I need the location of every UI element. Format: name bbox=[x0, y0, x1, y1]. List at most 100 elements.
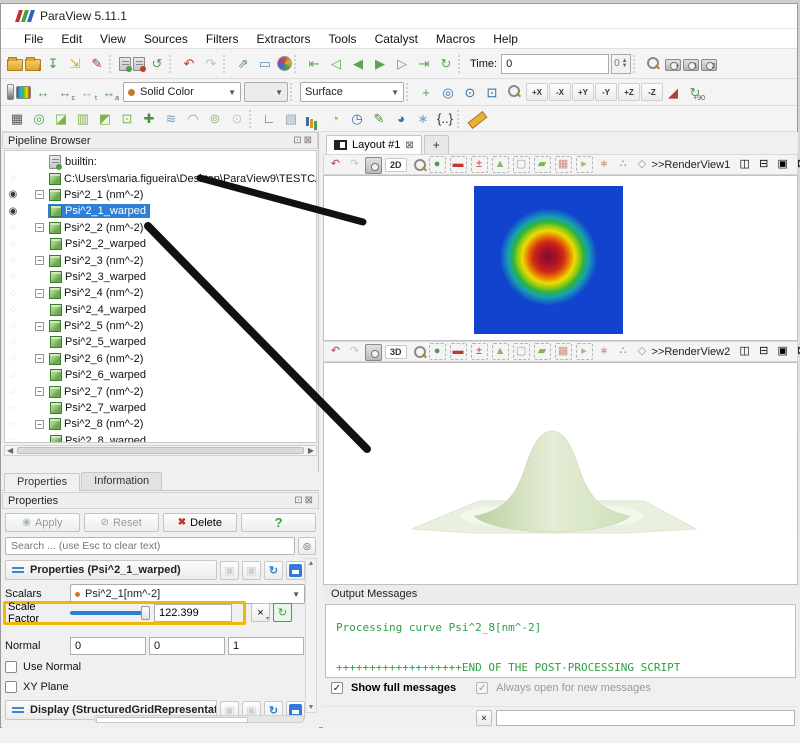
menu-help[interactable]: Help bbox=[484, 30, 527, 48]
stream-tracer-icon[interactable]: ≋ bbox=[161, 109, 181, 129]
always-open-checkbox[interactable] bbox=[476, 682, 488, 694]
pipeline-item[interactable]: ◌Psi^2_4_warped bbox=[5, 302, 316, 318]
load-state-icon[interactable]: ↧ bbox=[43, 54, 63, 74]
pipeline-item[interactable]: ◌Psi^2_7_warped bbox=[5, 400, 316, 416]
camera-mode-toggle[interactable]: 2D bbox=[385, 158, 407, 172]
visibility-eye-icon[interactable]: ◌ bbox=[5, 353, 21, 364]
interactive-select-points-icon[interactable]: ▸ bbox=[576, 343, 593, 360]
export-scene-icon[interactable]: ⇗ bbox=[233, 54, 253, 74]
plot-over-line-icon[interactable]: ∟ bbox=[259, 109, 279, 129]
dock-float-icon[interactable]: ⊡ bbox=[294, 495, 302, 506]
save-defaults-icon[interactable] bbox=[286, 561, 305, 580]
select-cells-on-icon[interactable]: ● bbox=[429, 156, 446, 173]
python-calculator-icon[interactable]: ✎ bbox=[369, 109, 389, 129]
expander-icon[interactable]: − bbox=[35, 420, 44, 429]
set-view-plus-x-icon[interactable]: +X bbox=[526, 83, 548, 101]
select-cells-polygon-icon[interactable]: ▲ bbox=[492, 343, 509, 360]
camera-undo-icon[interactable]: ↶ bbox=[327, 343, 344, 360]
pipeline-item[interactable]: ◌−Psi^2_7 (nm^-2) bbox=[5, 383, 316, 399]
camera-mode-toggle[interactable]: 3D bbox=[385, 345, 407, 359]
apply-button[interactable]: ◉Apply bbox=[5, 513, 80, 532]
dock-close-icon[interactable]: ⊠ bbox=[305, 495, 313, 506]
zoom-to-box-icon[interactable] bbox=[410, 343, 427, 360]
reset-session-clock-icon[interactable]: ↺ bbox=[147, 54, 167, 74]
pipeline-item[interactable]: ◌−Psi^2_4 (nm^-2) bbox=[5, 285, 316, 301]
select-cells-on-icon[interactable]: ● bbox=[429, 343, 446, 360]
normal-x-field[interactable] bbox=[70, 637, 146, 655]
play-backward-icon[interactable]: ◀ bbox=[348, 54, 368, 74]
color-palette-icon[interactable] bbox=[277, 56, 292, 71]
programmable-filter-icon[interactable]: {..} bbox=[435, 109, 455, 129]
play-icon[interactable]: ▶ bbox=[370, 54, 390, 74]
maximize-view-button[interactable]: ▣ bbox=[774, 156, 791, 173]
pipeline-item[interactable]: ◌Psi^2_6_warped bbox=[5, 367, 316, 383]
renderview1-label[interactable]: >>RenderView1 bbox=[652, 159, 731, 171]
pipeline-item[interactable]: builtin: bbox=[5, 154, 316, 170]
interactive-select-cells-icon[interactable]: ▦ bbox=[555, 156, 572, 173]
pipeline-item[interactable]: ◉−Psi^2_1 (nm^-2) bbox=[5, 187, 316, 203]
hover-cells-icon[interactable]: ∗ bbox=[596, 343, 613, 360]
select-block-icon[interactable]: ▰ bbox=[534, 156, 551, 173]
select-points-polygon-icon[interactable]: ▢ bbox=[513, 343, 530, 360]
close-view-button[interactable]: ⊠ bbox=[793, 343, 800, 360]
redo-icon[interactable]: ↷ bbox=[201, 54, 221, 74]
temporal-interpolator-icon[interactable]: ◷ bbox=[347, 109, 367, 129]
pipeline-item[interactable]: ◌Psi^2_5_warped bbox=[5, 334, 316, 350]
camera-undo-icon[interactable]: ↶ bbox=[327, 156, 344, 173]
visibility-eye-icon[interactable]: ◌ bbox=[5, 304, 21, 315]
search-input[interactable] bbox=[5, 537, 295, 555]
properties-vscrollbar[interactable]: ▲▼ bbox=[305, 558, 317, 713]
annotate-time-icon[interactable]: ◕ bbox=[391, 109, 411, 129]
delete-button[interactable]: ✖Delete bbox=[163, 513, 238, 532]
pipeline-hscrollbar[interactable]: ◀▶ bbox=[4, 445, 317, 456]
server-connect-icon[interactable] bbox=[119, 57, 131, 71]
grow-selection-icon[interactable]: ◇ bbox=[634, 156, 651, 173]
glyph-icon[interactable]: ✚ bbox=[139, 109, 159, 129]
zoom-to-box-icon[interactable] bbox=[504, 82, 524, 102]
expander-icon[interactable]: − bbox=[35, 256, 44, 265]
plot-data-over-time-icon[interactable]: ◔ bbox=[325, 109, 345, 129]
rescale-data-range-icon[interactable]: ↔ bbox=[33, 82, 53, 102]
set-view-minus-z-icon[interactable]: -Z bbox=[641, 83, 663, 101]
dock-close-icon[interactable]: ⊠ bbox=[304, 135, 312, 146]
reset-session-icon[interactable]: ⇲ bbox=[65, 54, 85, 74]
server-disconnect-icon[interactable] bbox=[133, 57, 145, 71]
scale-factor-slider[interactable] bbox=[70, 611, 150, 615]
visibility-eye-icon[interactable]: ◌ bbox=[5, 173, 21, 184]
calculator-icon[interactable]: ▦ bbox=[7, 109, 27, 129]
select-block-icon[interactable]: ▰ bbox=[534, 343, 551, 360]
help-button[interactable]: ? bbox=[241, 513, 316, 532]
paste-properties-icon[interactable]: ▣ bbox=[242, 561, 261, 580]
scale-factor-value[interactable]: 122.399 bbox=[154, 604, 232, 622]
capture-screenshot-icon[interactable] bbox=[365, 344, 382, 361]
split-horizontal-button[interactable]: ◫ bbox=[736, 156, 753, 173]
pipeline-item[interactable]: ◌−Psi^2_8 (nm^-2) bbox=[5, 416, 316, 432]
previous-frame-icon[interactable]: ◁ bbox=[326, 54, 346, 74]
zoom-to-data-icon[interactable]: ◎ bbox=[438, 82, 458, 102]
warp-icon[interactable]: ◠ bbox=[183, 109, 203, 129]
set-view-plus-z-icon[interactable]: +Z bbox=[618, 83, 640, 101]
pipeline-item[interactable]: ◌C:\Users\maria.figueira\Desktop\ParaVie… bbox=[5, 170, 316, 186]
select-cells-through-icon[interactable]: ± bbox=[471, 156, 488, 173]
camera-redo-icon[interactable]: ↷ bbox=[346, 343, 363, 360]
menu-catalyst[interactable]: Catalyst bbox=[366, 30, 427, 48]
pipeline-item[interactable]: ◉Psi^2_1_warped bbox=[5, 203, 316, 219]
last-frame-icon[interactable]: ⇥ bbox=[414, 54, 434, 74]
show-full-messages-checkbox[interactable] bbox=[331, 682, 343, 694]
layout-tab-close-icon[interactable]: ⊠ bbox=[405, 140, 413, 151]
use-normal-checkbox[interactable] bbox=[5, 661, 17, 673]
expander-icon[interactable]: − bbox=[35, 387, 44, 396]
split-vertical-button[interactable]: ⊟ bbox=[755, 343, 772, 360]
reset-camera-icon[interactable]: + bbox=[416, 82, 436, 102]
save-data-icon[interactable]: ↓ bbox=[25, 59, 41, 71]
preview-icon[interactable]: ▭ bbox=[255, 54, 275, 74]
menu-file[interactable]: File bbox=[15, 30, 52, 48]
expander-icon[interactable]: − bbox=[35, 354, 44, 363]
reload-properties-icon[interactable]: ↻ bbox=[264, 561, 283, 580]
pipeline-item[interactable]: ◌−Psi^2_2 (nm^-2) bbox=[5, 220, 316, 236]
first-frame-icon[interactable]: ⇤ bbox=[304, 54, 324, 74]
pipeline-item[interactable]: ◌Psi^2_8_warped bbox=[5, 433, 316, 443]
pipeline-item[interactable]: ◌−Psi^2_5 (nm^-2) bbox=[5, 318, 316, 334]
menu-macros[interactable]: Macros bbox=[427, 30, 484, 48]
histogram-icon[interactable] bbox=[303, 109, 323, 129]
